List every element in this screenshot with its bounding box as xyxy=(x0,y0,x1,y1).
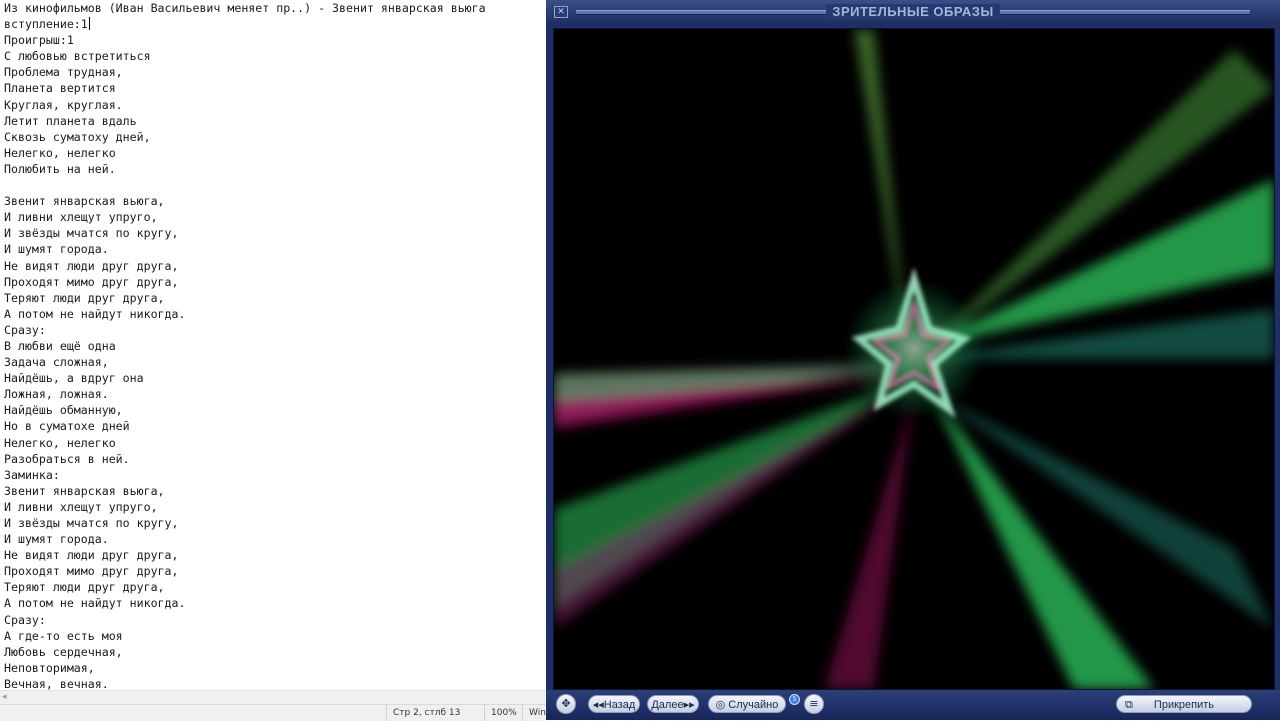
visualization-toolbar: ✥ ◂◂Назад Далее▸▸ ◎ Случайно 5 ≡ ⧉ Прикр… xyxy=(546,690,1280,720)
editor-line[interactable]: Но в суматохе дней xyxy=(4,418,544,434)
core-glow xyxy=(844,279,984,419)
editor-line[interactable]: Звенит январская вьюга, xyxy=(4,483,544,499)
next-button[interactable]: Далее▸▸ xyxy=(647,695,699,713)
editor-line[interactable]: Проходят мимо друг друга, xyxy=(4,563,544,579)
editor-line[interactable]: Заминка: xyxy=(4,467,544,483)
editor-line[interactable]: Проходят мимо друг друга, xyxy=(4,274,544,290)
menu-icon[interactable]: ≡ xyxy=(804,694,824,714)
editor-line[interactable]: Планета вертится xyxy=(4,80,544,96)
editor-line[interactable]: Неповторимая, xyxy=(4,660,544,676)
random-button[interactable]: ◎ Случайно xyxy=(708,695,786,713)
editor-line[interactable]: Звенит январская вьюга, xyxy=(4,193,544,209)
navigation-icon[interactable]: ✥ xyxy=(556,694,576,714)
light-ray xyxy=(929,389,1154,689)
editor-line[interactable]: И шумят города. xyxy=(4,531,544,547)
status-bar: Стр 2, стлб 13 100% Windows (CRLF) xyxy=(0,704,553,721)
editor-line[interactable]: Теряют люди друг друга, xyxy=(4,290,544,306)
visualization-window: ✕ ЗРИТЕЛЬНЫЕ ОБРАЗЫ ✥ ◂◂Назад Далее▸▸ ◎ … xyxy=(546,0,1280,720)
light-ray xyxy=(824,394,914,689)
editor-line[interactable]: Сразу: xyxy=(4,612,544,628)
editor-line[interactable]: В любви ещё одна xyxy=(4,338,544,354)
editor-line[interactable]: А где-то есть моя xyxy=(4,628,544,644)
editor-line[interactable]: Не видят люди друг друга, xyxy=(4,258,544,274)
editor-line[interactable]: Сквозь суматоху дней, xyxy=(4,129,544,145)
attach-button[interactable]: ⧉ Прикрепить xyxy=(1116,695,1252,713)
back-button[interactable]: ◂◂Назад xyxy=(588,695,640,713)
visualization-canvas xyxy=(553,28,1275,690)
editor-line[interactable]: Круглая, круглая. xyxy=(4,97,544,113)
editor-line[interactable]: А потом не найдут никогда. xyxy=(4,306,544,322)
editor-line[interactable]: Сразу: xyxy=(4,322,544,338)
editor-line[interactable]: С любовью встретиться xyxy=(4,48,544,64)
editor-line[interactable] xyxy=(4,177,544,193)
editor-text-area[interactable]: Из кинофильмов (Иван Васильевич меняет п… xyxy=(4,0,544,692)
editor-line[interactable]: Полюбить на ней. xyxy=(4,161,544,177)
visualization-title-text: ЗРИТЕЛЬНЫЕ ОБРАЗЫ xyxy=(826,4,1000,19)
editor-line[interactable]: вступление:1 xyxy=(4,16,544,32)
editor-line[interactable]: И ливни хлещут упруго, xyxy=(4,209,544,225)
editor-line[interactable]: Ложная, ложная. xyxy=(4,386,544,402)
attach-icon: ⧉ xyxy=(1125,699,1133,711)
editor-line[interactable]: Найдёшь обманную, xyxy=(4,402,544,418)
horizontal-scrollbar[interactable]: ◂ xyxy=(0,690,546,704)
editor-line[interactable]: Проблема трудная, xyxy=(4,64,544,80)
attach-label: Прикрепить xyxy=(1153,699,1215,711)
editor-line[interactable]: И ливни хлещут упруго, xyxy=(4,499,544,515)
editor-line[interactable]: Нелегко, нелегко xyxy=(4,145,544,161)
editor-line[interactable]: Не видят люди друг друга, xyxy=(4,547,544,563)
editor-line[interactable]: Нелегко, нелегко xyxy=(4,435,544,451)
editor-line[interactable]: Проигрыш:1 xyxy=(4,32,544,48)
zoom-level: 100% xyxy=(484,705,527,721)
editor-line[interactable]: Любовь сердечная, xyxy=(4,644,544,660)
text-editor[interactable]: Из кинофильмов (Иван Васильевич меняет п… xyxy=(0,0,546,704)
visualization-title: ЗРИТЕЛЬНЫЕ ОБРАЗЫ xyxy=(546,4,1280,19)
editor-line[interactable]: Теряют люди друг друга, xyxy=(4,579,544,595)
editor-line[interactable]: Найдёшь, а вдруг она xyxy=(4,370,544,386)
editor-line[interactable]: Задача сложная, xyxy=(4,354,544,370)
text-caret xyxy=(88,17,90,31)
light-ray xyxy=(924,389,1274,629)
editor-line[interactable]: Разобраться в ней. xyxy=(4,451,544,467)
scroll-left-icon[interactable]: ◂ xyxy=(2,692,7,702)
editor-line[interactable]: Летит планета вдаль xyxy=(4,113,544,129)
random-badge: 5 xyxy=(789,694,800,705)
visualization-art xyxy=(554,29,1274,689)
editor-line[interactable]: А потом не найдут никогда. xyxy=(4,595,544,611)
editor-line[interactable]: И звёзды мчатся по кругу, xyxy=(4,225,544,241)
editor-line[interactable]: И звёзды мчатся по кругу, xyxy=(4,515,544,531)
cursor-position: Стр 2, стлб 13 xyxy=(386,705,483,721)
editor-line[interactable]: Из кинофильмов (Иван Васильевич меняет п… xyxy=(4,0,544,16)
visualization-titlebar[interactable]: ✕ ЗРИТЕЛЬНЫЕ ОБРАЗЫ xyxy=(546,0,1280,24)
editor-line[interactable]: И шумят города. xyxy=(4,241,544,257)
